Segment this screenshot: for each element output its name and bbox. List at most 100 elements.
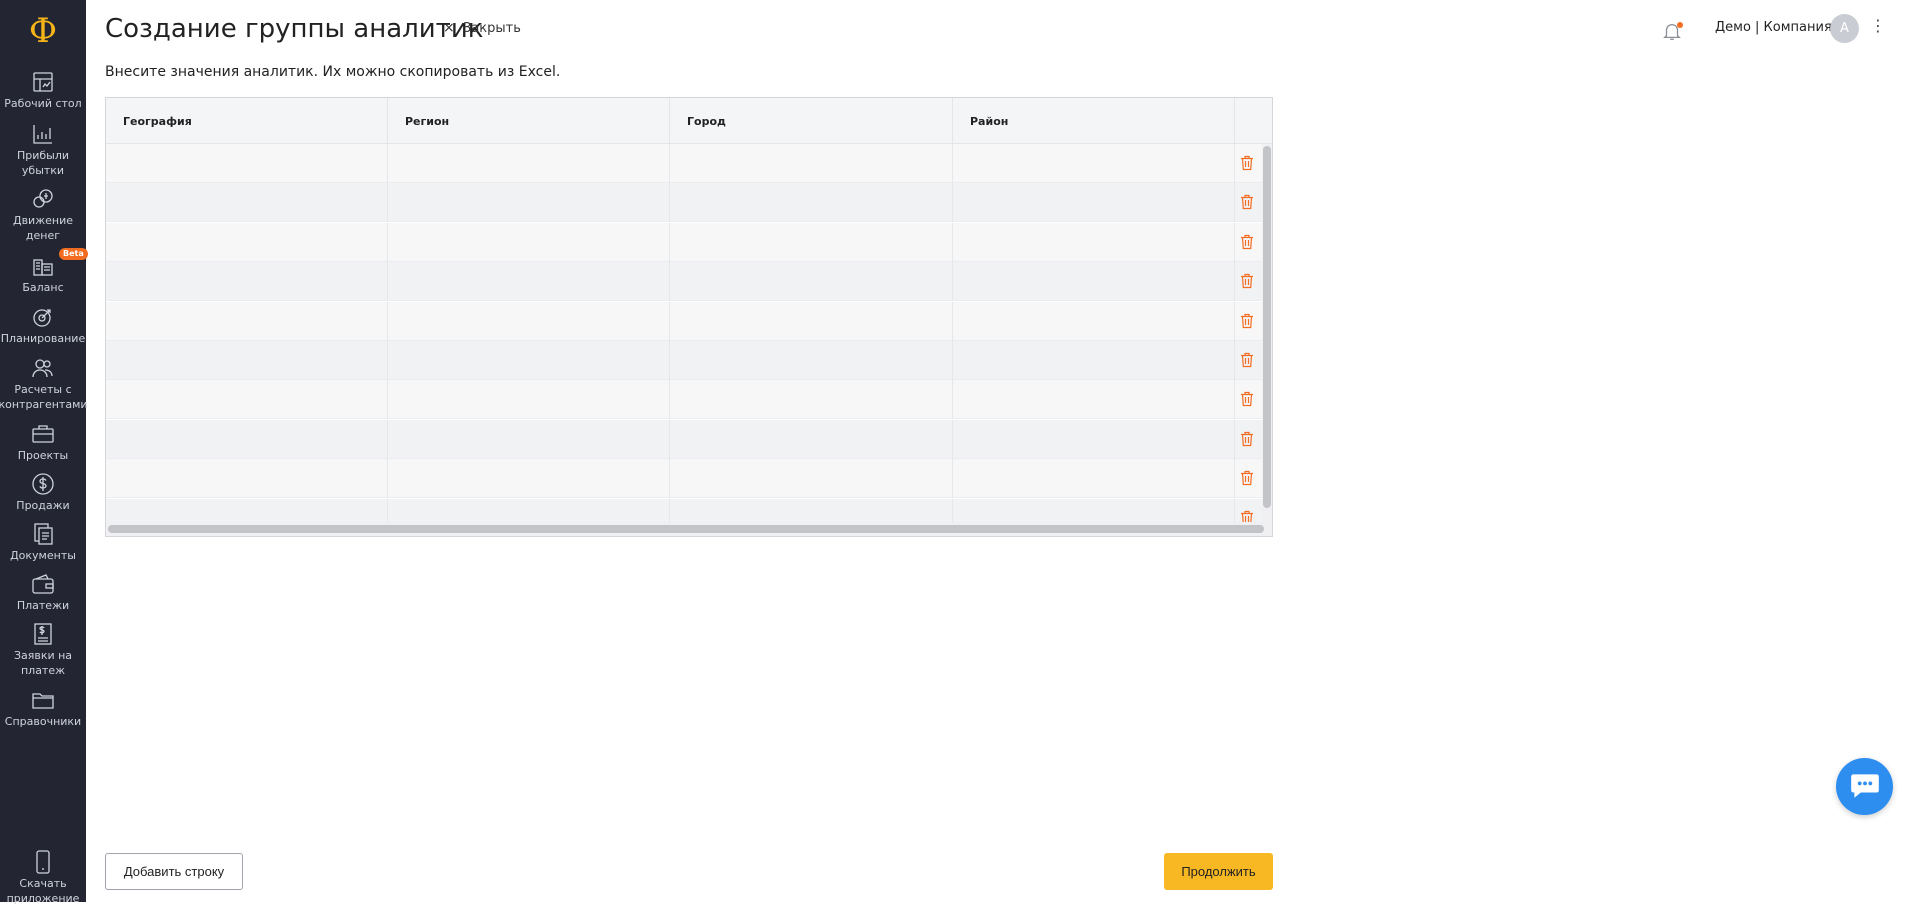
cell-input[interactable] <box>388 301 669 341</box>
cell-input[interactable] <box>670 419 952 459</box>
cell-input[interactable] <box>670 144 952 183</box>
cell-input[interactable] <box>106 144 387 183</box>
sidebar-item-label: Проекты <box>17 449 69 462</box>
app-logo[interactable]: Ф <box>0 6 86 56</box>
cell-input[interactable] <box>953 380 1234 420</box>
cell-input[interactable] <box>953 419 1234 459</box>
target-icon <box>31 305 55 329</box>
sidebar-item-directories[interactable]: Справочники <box>0 688 86 729</box>
cell-input[interactable] <box>106 183 387 223</box>
sidebar-item-dashboard[interactable]: Рабочий стол <box>0 70 86 111</box>
cell-input[interactable] <box>388 419 669 459</box>
sidebar-item-balance[interactable]: Beta Баланс <box>0 248 88 295</box>
download-app-button[interactable]: Скачать приложение <box>0 850 86 906</box>
sidebar-item-label: Платежи <box>16 599 70 612</box>
cell-input[interactable] <box>106 301 387 341</box>
table-cell <box>670 419 953 459</box>
column-header: Город <box>670 98 953 144</box>
sidebar-item-projects[interactable]: Проекты <box>0 422 86 463</box>
cell-input[interactable] <box>670 459 952 499</box>
cell-input[interactable] <box>670 301 952 341</box>
vertical-scrollbar[interactable] <box>1262 144 1272 522</box>
sidebar-item-cash-flow[interactable]: Движение денег <box>0 187 86 243</box>
cell-input[interactable] <box>953 301 1234 341</box>
sidebar-item-label: Продажи <box>16 499 70 512</box>
cell-input[interactable] <box>106 419 387 459</box>
table-cell <box>388 262 670 302</box>
cell-input[interactable] <box>670 380 952 420</box>
cell-input[interactable] <box>106 222 387 262</box>
sidebar-item-label: Движение денег <box>12 214 73 242</box>
delete-row-icon[interactable] <box>1240 273 1254 289</box>
cell-input[interactable] <box>388 380 669 420</box>
table-cell <box>670 301 953 341</box>
column-header: Район <box>953 98 1235 144</box>
cell-input[interactable] <box>953 144 1234 183</box>
cell-input[interactable] <box>106 459 387 499</box>
cell-input[interactable] <box>106 341 387 380</box>
close-button[interactable]: Закрыть <box>463 21 521 36</box>
continue-button[interactable]: Продолжить <box>1164 853 1273 890</box>
sidebar-item-profit-loss[interactable]: Прибыли убытки <box>0 122 86 178</box>
sidebar-item-documents[interactable]: Документы <box>0 522 86 563</box>
avatar[interactable]: А <box>1830 14 1859 43</box>
table-cell <box>670 380 953 420</box>
table-cell <box>388 144 670 183</box>
delete-row-icon[interactable] <box>1240 194 1254 210</box>
sidebar-item-counterparties[interactable]: Расчеты с контрагентами <box>0 356 88 412</box>
more-menu-icon[interactable]: ⋮ <box>1870 16 1886 36</box>
cell-input[interactable] <box>953 183 1234 223</box>
table-row <box>106 262 1272 302</box>
sidebar-item-planning[interactable]: Планирование <box>0 305 86 346</box>
chart-icon <box>31 122 55 146</box>
cell-input[interactable] <box>670 262 952 302</box>
phone-icon <box>31 850 55 874</box>
cell-input[interactable] <box>670 183 952 223</box>
cell-input[interactable] <box>388 459 669 499</box>
delete-row-icon[interactable] <box>1240 352 1254 368</box>
cell-input[interactable] <box>670 341 952 380</box>
table-cell <box>670 144 953 183</box>
sidebar-item-label: Справочники <box>4 715 82 728</box>
cell-input[interactable] <box>670 222 952 262</box>
delete-row-icon[interactable] <box>1240 234 1254 250</box>
delete-row-icon[interactable] <box>1240 313 1254 329</box>
vertical-scroll-thumb[interactable] <box>1263 146 1271 508</box>
documents-icon <box>31 522 55 546</box>
cell-input[interactable] <box>106 380 387 420</box>
close-icon[interactable]: × <box>443 20 455 36</box>
add-row-button[interactable]: Добавить строку <box>105 853 243 890</box>
cell-input[interactable] <box>388 183 669 223</box>
sidebar-item-sales[interactable]: Продажи <box>0 472 86 513</box>
delete-row-icon[interactable] <box>1240 431 1254 447</box>
table-cell <box>953 144 1235 183</box>
cell-input[interactable] <box>953 459 1234 499</box>
table-row <box>106 301 1272 341</box>
sidebar-item-label: Баланс <box>22 281 64 294</box>
cell-input[interactable] <box>388 144 669 183</box>
table-cell <box>953 380 1235 420</box>
chat-button[interactable] <box>1836 758 1893 815</box>
table-cell <box>388 341 670 380</box>
table-row <box>106 419 1272 459</box>
delete-row-icon[interactable] <box>1240 470 1254 486</box>
delete-row-icon[interactable] <box>1240 155 1254 171</box>
sidebar-item-payments[interactable]: Платежи <box>0 572 86 613</box>
table-cell <box>388 301 670 341</box>
delete-row-icon[interactable] <box>1240 391 1254 407</box>
table-row <box>106 459 1272 499</box>
horizontal-scroll-thumb[interactable] <box>108 525 1264 533</box>
cell-input[interactable] <box>953 262 1234 302</box>
cell-input[interactable] <box>388 341 669 380</box>
sidebar-item-payment-requests[interactable]: Заявки на платеж <box>0 622 86 678</box>
sidebar-item-label: Документы <box>10 549 76 562</box>
cell-input[interactable] <box>388 262 669 302</box>
table-cell <box>106 222 388 262</box>
sidebar-item-label: Расчеты с контрагентами <box>0 383 88 411</box>
company-selector[interactable]: Демо | Компания <box>1715 20 1832 35</box>
cell-input[interactable] <box>953 341 1234 380</box>
cell-input[interactable] <box>953 222 1234 262</box>
horizontal-scrollbar[interactable] <box>106 522 1272 536</box>
cell-input[interactable] <box>388 222 669 262</box>
cell-input[interactable] <box>106 262 387 302</box>
